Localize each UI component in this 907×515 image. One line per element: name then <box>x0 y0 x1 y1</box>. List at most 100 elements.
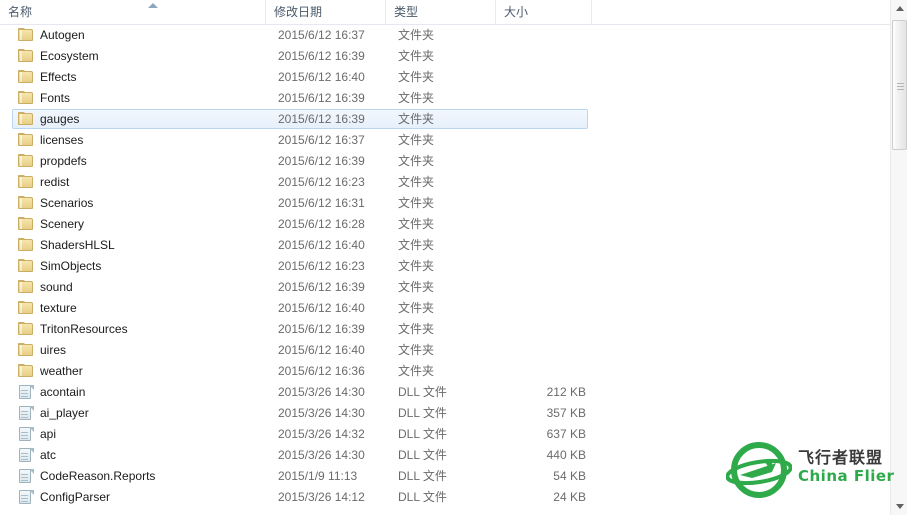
file-type-cell: DLL 文件 <box>398 490 447 504</box>
file-row[interactable]: Fonts 2015/6/12 16:39 文件夹 <box>0 88 892 109</box>
file-row[interactable]: Ecosystem 2015/6/12 16:39 文件夹 <box>0 46 892 67</box>
file-name-cell[interactable]: api <box>18 424 268 445</box>
file-row[interactable]: Effects 2015/6/12 16:40 文件夹 <box>0 67 892 88</box>
file-name-cell[interactable]: sound <box>18 277 268 298</box>
file-row[interactable]: CodeReason.Reports 2015/1/9 11:13 DLL 文件 54… <box>0 466 892 487</box>
file-row[interactable]: licenses 2015/6/12 16:37 文件夹 <box>0 130 892 151</box>
file-name-cell[interactable]: Effects <box>18 67 268 88</box>
file-name-cell[interactable]: ConfigParser <box>18 487 268 508</box>
file-name-cell[interactable]: Ecosystem <box>18 46 268 67</box>
file-row[interactable]: api 2015/3/26 14:32 DLL 文件 637 KB <box>0 424 892 445</box>
file-name-cell[interactable]: acontain <box>18 382 268 403</box>
file-icon <box>18 490 34 504</box>
file-date-cell: 2015/6/12 16:23 <box>278 259 365 273</box>
file-row[interactable]: texture 2015/6/12 16:40 文件夹 <box>0 298 892 319</box>
file-name-label: TritonResources <box>40 322 128 336</box>
file-row[interactable]: propdefs 2015/6/12 16:39 文件夹 <box>0 151 892 172</box>
file-row[interactable]: gauges 2015/6/12 16:39 文件夹 <box>0 109 892 130</box>
scrollbar-thumb[interactable] <box>892 20 907 150</box>
file-name-cell[interactable]: SimObjects <box>18 256 268 277</box>
document-line <box>21 438 28 439</box>
file-row[interactable]: sound 2015/6/12 16:39 文件夹 <box>0 277 892 298</box>
column-header-date[interactable]: 修改日期 <box>266 0 386 24</box>
file-row[interactable]: ShadersHLSL 2015/6/12 16:40 文件夹 <box>0 235 892 256</box>
scroll-down-arrow-icon[interactable] <box>891 498 907 515</box>
file-name-cell[interactable]: ai_player <box>18 403 268 424</box>
file-row[interactable]: redist 2015/6/12 16:23 文件夹 <box>0 172 892 193</box>
file-name-cell[interactable]: propdefs <box>18 151 268 172</box>
folder-spine <box>20 177 22 187</box>
file-name-label: acontain <box>40 385 86 399</box>
file-size-cell <box>500 193 586 214</box>
scrollbar-grip-line <box>897 89 904 90</box>
file-list[interactable]: Autogen 2015/6/12 16:37 文件夹 Ecosystem 2015/6… <box>0 25 892 515</box>
file-name-cell[interactable]: Scenery <box>18 214 268 235</box>
column-header-type[interactable]: 类型 <box>386 0 496 24</box>
folder-icon <box>18 301 34 315</box>
file-name-cell[interactable]: CodeReason.Reports <box>18 466 268 487</box>
file-name-cell[interactable]: ShadersHLSL <box>18 235 268 256</box>
file-row[interactable]: ConfigParser 2015/3/26 14:12 DLL 文件 24 KB <box>0 487 892 508</box>
folder-icon <box>18 343 34 357</box>
file-size-cell: 637 KB <box>546 427 586 441</box>
file-type-cell: DLL 文件 <box>398 385 447 399</box>
file-name-cell[interactable]: atc <box>18 445 268 466</box>
document-line <box>21 474 28 475</box>
file-row[interactable]: acontain 2015/3/26 14:30 DLL 文件 212 KB <box>0 382 892 403</box>
file-name-label: uires <box>40 343 67 357</box>
file-icon <box>18 448 34 462</box>
file-type-cell: 文件夹 <box>398 133 435 147</box>
file-name-cell[interactable]: weather <box>18 361 268 382</box>
file-name-cell[interactable]: texture <box>18 298 268 319</box>
folder-spine <box>20 156 22 166</box>
file-date-cell: 2015/3/26 14:32 <box>278 427 365 441</box>
file-name-cell[interactable]: gauges <box>18 109 268 130</box>
folder-spine <box>20 135 22 145</box>
file-size-cell <box>500 109 586 130</box>
file-date-cell: 2015/3/26 14:30 <box>278 448 365 462</box>
file-name-label: Effects <box>40 70 77 84</box>
file-row[interactable]: uires 2015/6/12 16:40 文件夹 <box>0 340 892 361</box>
file-row[interactable]: Autogen 2015/6/12 16:37 文件夹 <box>0 25 892 46</box>
file-row[interactable]: weather 2015/6/12 16:36 文件夹 <box>0 361 892 382</box>
file-size-cell <box>500 130 586 151</box>
file-size-cell <box>500 88 586 109</box>
folder-icon <box>18 112 34 126</box>
document-line <box>21 417 28 418</box>
file-row[interactable]: atc 2015/3/26 14:30 DLL 文件 440 KB <box>0 445 892 466</box>
column-header-size[interactable]: 大小 <box>496 0 592 24</box>
file-row[interactable]: TritonResources 2015/6/12 16:39 文件夹 <box>0 319 892 340</box>
file-name-cell[interactable]: redist <box>18 172 268 193</box>
vertical-scrollbar[interactable] <box>890 0 907 515</box>
column-header-row: 名称 修改日期 类型 大小 <box>0 0 892 25</box>
column-header-name[interactable]: 名称 <box>0 0 266 24</box>
file-date-cell: 2015/6/12 16:37 <box>278 133 365 147</box>
file-name-label: ShadersHLSL <box>40 238 115 252</box>
file-name-cell[interactable]: licenses <box>18 130 268 151</box>
scrollbar-grip-line <box>897 83 904 84</box>
file-name-cell[interactable]: TritonResources <box>18 319 268 340</box>
file-type-cell: 文件夹 <box>398 28 435 42</box>
file-name-cell[interactable]: Fonts <box>18 88 268 109</box>
folder-icon <box>18 49 34 63</box>
file-type-cell: 文件夹 <box>398 259 435 273</box>
file-row[interactable]: SimObjects 2015/6/12 16:23 文件夹 <box>0 256 892 277</box>
file-name-cell[interactable]: Scenarios <box>18 193 268 214</box>
file-size-cell <box>500 46 586 67</box>
file-name-cell[interactable]: Autogen <box>18 25 268 46</box>
scroll-up-triangle-icon <box>896 6 904 11</box>
scroll-up-arrow-icon[interactable] <box>891 0 907 17</box>
file-size-cell <box>500 151 586 172</box>
file-row[interactable]: Scenarios 2015/6/12 16:31 文件夹 <box>0 193 892 214</box>
folder-spine <box>20 219 22 229</box>
file-name-cell[interactable]: uires <box>18 340 268 361</box>
file-date-cell: 2015/6/12 16:39 <box>278 91 365 105</box>
file-size-cell: 357 KB <box>546 406 586 420</box>
folder-icon <box>18 28 34 42</box>
file-row[interactable]: ai_player 2015/3/26 14:30 DLL 文件 357 KB <box>0 403 892 424</box>
file-row[interactable]: Scenery 2015/6/12 16:28 文件夹 <box>0 214 892 235</box>
file-date-cell: 2015/6/12 16:37 <box>278 28 365 42</box>
file-type-cell: 文件夹 <box>398 175 435 189</box>
file-date-cell: 2015/1/9 11:13 <box>278 469 358 483</box>
document-line <box>21 414 28 415</box>
